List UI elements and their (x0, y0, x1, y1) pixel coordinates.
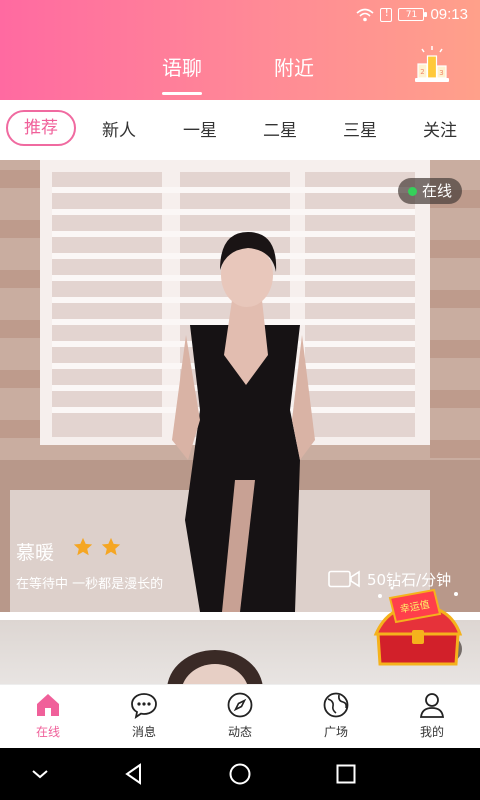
category-three-star[interactable]: 三星 (343, 116, 377, 141)
bottom-nav: 在线 消息 动态 广场 我的 (0, 684, 480, 748)
battery-icon: 71 (398, 8, 428, 21)
status-bar: 71 09:13 (0, 0, 480, 30)
category-bar: 推荐 新人 一星 二星 三星 关注 (0, 100, 480, 156)
star-icon (101, 537, 121, 556)
nav-profile[interactable]: 我的 (402, 691, 462, 740)
user-card[interactable]: 在线 慕暖 在等待中 一秒都是漫长的 50钻石/分钟 (0, 160, 480, 612)
user-motto: 在等待中 一秒都是漫长的 (16, 577, 164, 592)
video-camera-icon (328, 570, 360, 588)
svg-text:3: 3 (439, 69, 443, 77)
svg-text:2: 2 (420, 68, 424, 76)
tab-nearby[interactable]: 附近 (274, 52, 314, 81)
lucky-chest-icon[interactable]: 幸运值 (368, 584, 468, 670)
status-time: 09:13 (430, 6, 468, 23)
home-icon (37, 694, 59, 716)
chevron-down-icon[interactable] (28, 762, 52, 786)
leaderboard-icon[interactable]: 2 3 (412, 44, 452, 86)
nav-label: 在线 (35, 725, 60, 739)
recent-apps-icon[interactable] (334, 762, 358, 786)
compass-icon (227, 692, 253, 718)
header: 71 09:13 语聊 附近 2 3 (0, 0, 480, 100)
category-two-star[interactable]: 二星 (263, 116, 297, 141)
chat-bubble-icon (131, 693, 157, 719)
system-nav-bar (0, 748, 480, 800)
home-button-icon[interactable] (228, 762, 252, 786)
nav-label: 消息 (131, 725, 156, 739)
category-following[interactable]: 关注 (423, 116, 457, 141)
user-icon (419, 693, 445, 718)
user-name: 慕暖 (16, 542, 55, 564)
category-newcomer[interactable]: 新人 (102, 116, 136, 141)
online-status-badge: 在线 (397, 178, 462, 204)
nav-online[interactable]: 在线 (18, 691, 78, 740)
nav-messages[interactable]: 消息 (114, 691, 174, 740)
nav-label: 动态 (227, 725, 252, 739)
star-rating (72, 536, 122, 558)
nav-plaza[interactable]: 广场 (306, 691, 366, 740)
battery-level: 71 (405, 9, 418, 20)
nav-label: 我的 (419, 725, 444, 739)
tab-voice-chat[interactable]: 语聊 (162, 52, 202, 95)
category-recommend[interactable]: 推荐 (6, 110, 76, 146)
globe-icon (323, 692, 349, 718)
nav-feed[interactable]: 动态 (210, 691, 270, 740)
wifi-icon (356, 8, 374, 21)
nav-label: 广场 (323, 725, 348, 739)
category-one-star[interactable]: 一星 (183, 116, 217, 141)
back-icon[interactable] (122, 762, 146, 786)
sim-alert-icon (380, 6, 393, 22)
star-icon (73, 537, 93, 556)
